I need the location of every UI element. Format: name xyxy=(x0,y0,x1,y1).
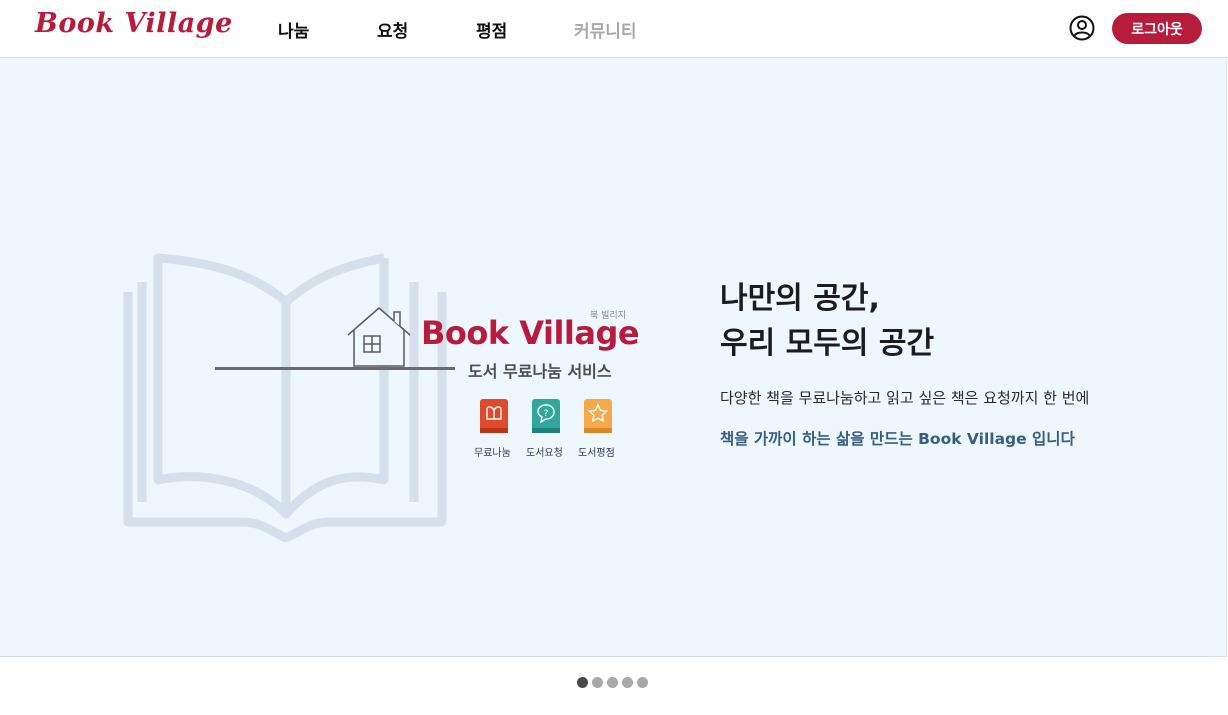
site-logo[interactable]: Book Village xyxy=(35,8,233,39)
hero-title: 나만의 공간, 우리 모두의 공간 xyxy=(720,276,934,366)
hero-title-line1: 나만의 공간, xyxy=(720,281,880,316)
carousel-dot-5[interactable] xyxy=(637,677,648,688)
carousel-dot-3[interactable] xyxy=(607,677,618,688)
nav-community[interactable]: 커뮤니티 xyxy=(574,17,637,42)
question-book-icon: ? xyxy=(532,399,560,433)
carousel-dot-4[interactable] xyxy=(622,677,633,688)
house-icon xyxy=(347,307,411,367)
gift-book-icon xyxy=(480,399,508,433)
hero-banner: 북 빌리지 Book Village 도서 무료나눔 서비스 ? 무료나눔 도서… xyxy=(0,58,1227,657)
hero-tagline: 책을 가까이 하는 삶을 만드는 Book Village 입니다 xyxy=(720,430,1075,448)
carousel-dot-1[interactable] xyxy=(577,677,588,688)
user-account-icon[interactable] xyxy=(1069,15,1095,41)
nav-share[interactable]: 나눔 xyxy=(278,17,309,42)
service-label-rating: 도서평점 xyxy=(578,448,615,459)
shelf-line xyxy=(215,367,455,370)
nav-rating[interactable]: 평점 xyxy=(476,17,507,42)
brand-title: Book Village xyxy=(421,314,640,352)
service-label-request: 도서요청 xyxy=(526,448,563,459)
carousel-dot-2[interactable] xyxy=(592,677,603,688)
open-book-illustration xyxy=(123,253,447,542)
hero-title-line2: 우리 모두의 공간 xyxy=(720,326,935,361)
top-header: Book Village 나눔 요청 평점 커뮤니티 로그아웃 xyxy=(0,0,1228,58)
star-book-icon xyxy=(584,399,612,433)
svg-text:?: ? xyxy=(544,409,549,419)
hero-description: 다양한 책을 무료나눔하고 읽고 싶은 책은 요청까지 한 번에 xyxy=(720,389,1090,407)
service-label-share: 무료나눔 xyxy=(474,448,511,459)
logout-button[interactable]: 로그아웃 xyxy=(1112,13,1202,44)
brand-subtitle: 도서 무료나눔 서비스 xyxy=(468,362,612,381)
nav-request[interactable]: 요청 xyxy=(377,17,408,42)
